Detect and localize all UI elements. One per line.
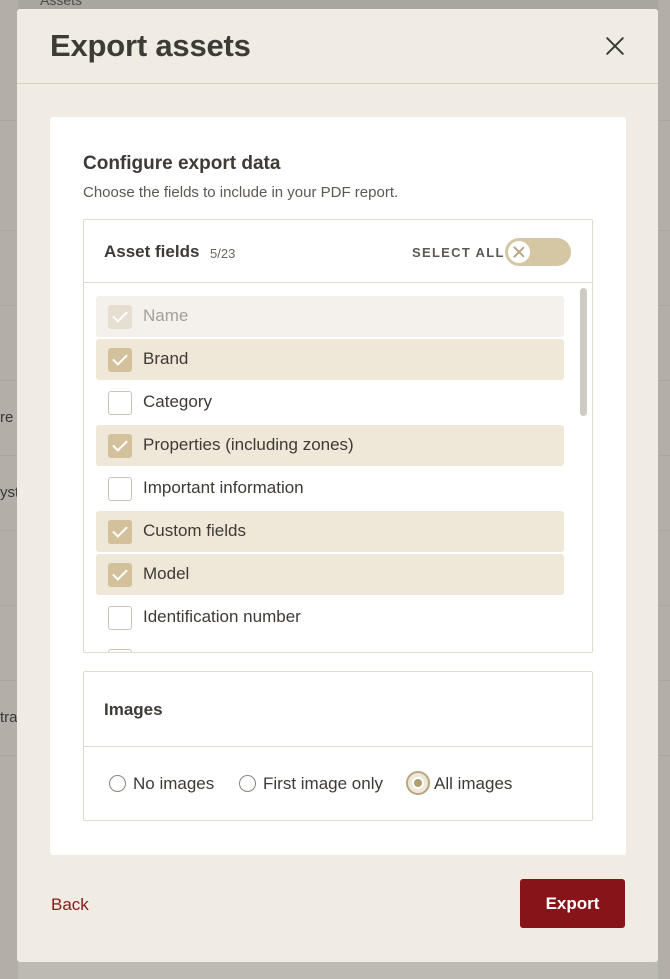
check-icon (112, 522, 128, 538)
checkbox[interactable] (108, 391, 132, 415)
export-button[interactable]: Export (520, 879, 625, 928)
select-all-toggle[interactable] (505, 238, 571, 266)
checkbox[interactable] (108, 606, 132, 630)
dialog-header: Export assets (17, 9, 658, 84)
fields-scrollbar[interactable] (580, 288, 587, 416)
check-icon (112, 350, 128, 366)
asset-fields-header: Asset fields 5/23 SELECT ALL (84, 220, 592, 283)
radio-button-selected[interactable] (406, 771, 430, 795)
background-right-edge (658, 0, 670, 979)
background-breadcrumb: Assets (40, 0, 83, 8)
checkbox[interactable] (108, 348, 132, 372)
field-label: Category (143, 392, 212, 411)
asset-fields-label: Asset fields (104, 242, 200, 261)
field-row-partial[interactable] (96, 640, 564, 652)
config-subtitle: Choose the fields to include in your PDF… (83, 184, 399, 201)
field-row-model[interactable]: Model (96, 554, 564, 595)
images-panel: Images No images First image only All im… (83, 671, 593, 821)
field-row-identification-number[interactable]: Identification number (96, 597, 564, 638)
export-config-card: Configure export data Choose the fields … (50, 117, 626, 855)
images-header: Images (84, 672, 592, 747)
field-label: Brand (143, 349, 189, 368)
field-label: Custom fields (143, 521, 246, 540)
config-title: Configure export data (83, 153, 281, 174)
check-icon (112, 436, 128, 452)
field-row-important-information[interactable]: Important information (96, 468, 564, 509)
field-row-category[interactable]: Category (96, 382, 564, 423)
field-label: Identification number (143, 607, 301, 626)
checkbox[interactable] (108, 434, 132, 458)
check-icon (112, 307, 128, 323)
radio-button[interactable] (109, 775, 126, 792)
check-icon (112, 565, 128, 581)
select-all-label: SELECT ALL (412, 245, 505, 260)
checkbox[interactable] (108, 649, 132, 652)
field-row-name[interactable]: Name (96, 296, 564, 337)
radio-label: All images (434, 774, 513, 793)
toggle-off-icon (508, 241, 530, 263)
close-icon[interactable] (602, 33, 628, 59)
background-row-text: yst (0, 484, 18, 501)
checkbox[interactable] (108, 305, 132, 329)
export-assets-dialog: Export assets Configure export data Choo… (17, 9, 658, 962)
checkbox[interactable] (108, 563, 132, 587)
radio-first-image-only[interactable]: First image only (239, 771, 394, 797)
dialog-title: Export assets (50, 28, 251, 63)
field-label: Properties (including zones) (143, 435, 354, 454)
radio-label: No images (133, 774, 215, 793)
asset-fields-count: 5/23 (210, 246, 236, 261)
field-label: Model (143, 564, 190, 583)
field-row-brand[interactable]: Brand (96, 339, 564, 380)
field-row-custom-fields[interactable]: Custom fields (96, 511, 564, 552)
radio-button[interactable] (239, 775, 256, 792)
radio-no-images[interactable]: No images (109, 771, 224, 797)
field-row-properties[interactable]: Properties (including zones) (96, 425, 564, 466)
background-row-text: re (0, 409, 14, 426)
field-label: Name (143, 306, 189, 325)
back-button[interactable]: Back (51, 895, 89, 915)
checkbox[interactable] (108, 477, 132, 501)
field-label: Important information (143, 478, 304, 497)
images-label: Images (104, 700, 163, 719)
checkbox[interactable] (108, 520, 132, 544)
asset-fields-list[interactable]: Name Brand Category Properties (includin… (84, 284, 592, 652)
asset-fields-panel: Asset fields 5/23 SELECT ALL Name Brand (83, 219, 593, 653)
radio-label: First image only (263, 774, 383, 793)
background-row-text: tra (0, 709, 18, 726)
radio-all-images[interactable]: All images (406, 771, 528, 797)
